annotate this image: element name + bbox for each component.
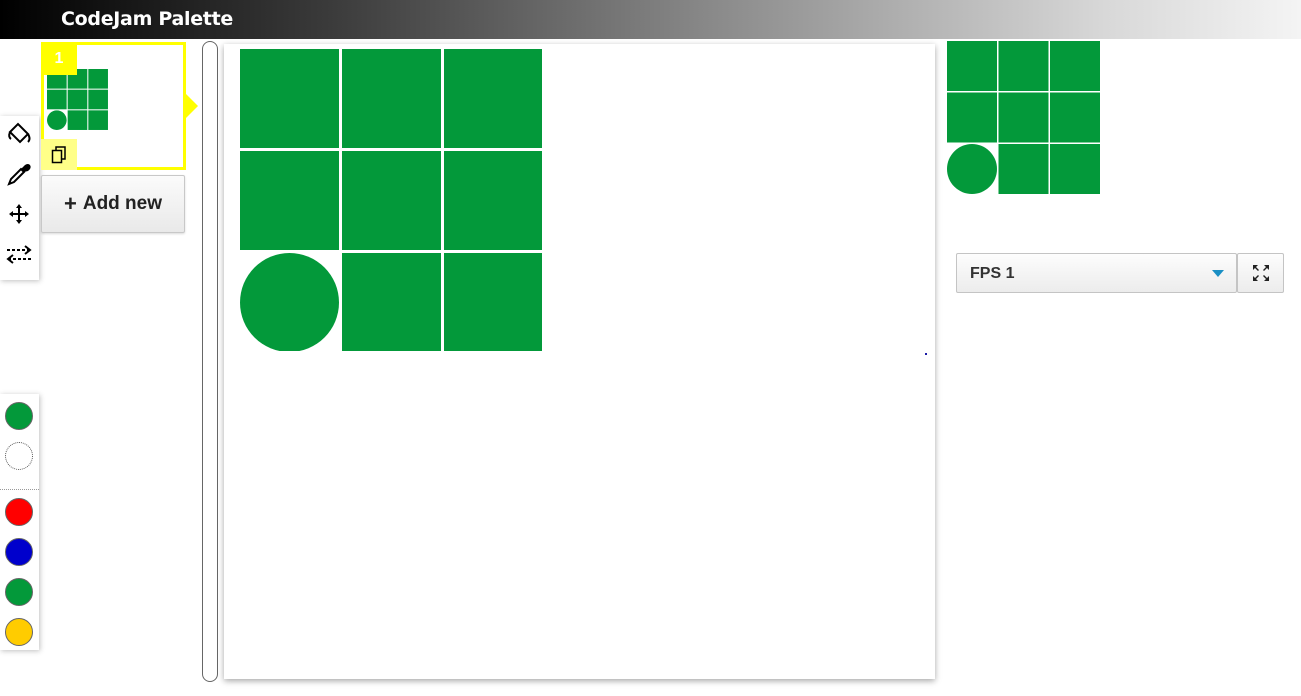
primary-color-swatch[interactable] [5, 402, 33, 430]
fullscreen-icon [1252, 265, 1269, 281]
preview-cell-square [1050, 41, 1100, 91]
preview-cell-square [998, 41, 1049, 91]
duplicate-frame-icon[interactable] [41, 139, 77, 170]
preview-cell-square [947, 41, 997, 91]
secondary-color-swatch[interactable] [5, 442, 33, 470]
fps-select-value: FPS 1 [970, 265, 1015, 282]
preview-cell-square [1050, 92, 1100, 143]
palette-swatch-blue[interactable] [5, 538, 33, 566]
eyedropper-icon[interactable] [5, 160, 33, 188]
palette-swatch-red[interactable] [5, 498, 33, 526]
pixel-grid[interactable] [240, 49, 542, 351]
preview-cell-square [998, 144, 1049, 194]
animation-preview [947, 41, 1100, 194]
canvas-cell-square[interactable] [342, 151, 441, 250]
paint-bucket-icon[interactable] [5, 120, 33, 148]
palette-swatch-yellow[interactable] [5, 618, 33, 646]
preview-cell-circle [947, 144, 997, 194]
frames-scrollbar[interactable] [202, 41, 218, 682]
canvas-cell-square[interactable] [240, 151, 339, 250]
plus-icon: + [63, 191, 77, 216]
selected-frame-arrow [186, 94, 198, 118]
canvas-cell-square[interactable] [444, 151, 542, 250]
canvas-cell-square[interactable] [240, 49, 339, 148]
preview-cell-square [947, 92, 997, 143]
add-new-frame-button[interactable]: + Add new [41, 175, 185, 233]
frame-thumbnail-preview [47, 69, 108, 130]
frame-number-badge: 1 [41, 42, 77, 75]
canvas-cell-square[interactable] [342, 49, 441, 148]
add-new-label: Add new [82, 193, 163, 214]
app-title: CodeJam Palette [61, 8, 233, 30]
drawing-canvas[interactable] [224, 44, 935, 679]
move-icon[interactable] [5, 200, 33, 228]
canvas-cell-square[interactable] [444, 253, 542, 351]
fps-select[interactable]: FPS 1 [956, 253, 1237, 293]
canvas-cell-square[interactable] [444, 49, 542, 148]
canvas-cell-circle[interactable] [240, 253, 339, 351]
chevron-down-icon [1212, 270, 1224, 277]
palette-divider [0, 489, 39, 490]
frame-thumbnail[interactable]: 1 [41, 42, 186, 170]
preview-cell-square [1050, 144, 1100, 194]
color-palette [0, 394, 39, 650]
swap-icon[interactable] [5, 240, 33, 268]
preview-cell-square [998, 92, 1049, 143]
tools-panel [0, 116, 39, 280]
title-bar: CodeJam Palette [0, 0, 1301, 39]
cursor-dot [925, 353, 927, 355]
palette-swatch-green[interactable] [5, 578, 33, 606]
canvas-cell-square[interactable] [342, 253, 441, 351]
fullscreen-button[interactable] [1237, 253, 1284, 293]
